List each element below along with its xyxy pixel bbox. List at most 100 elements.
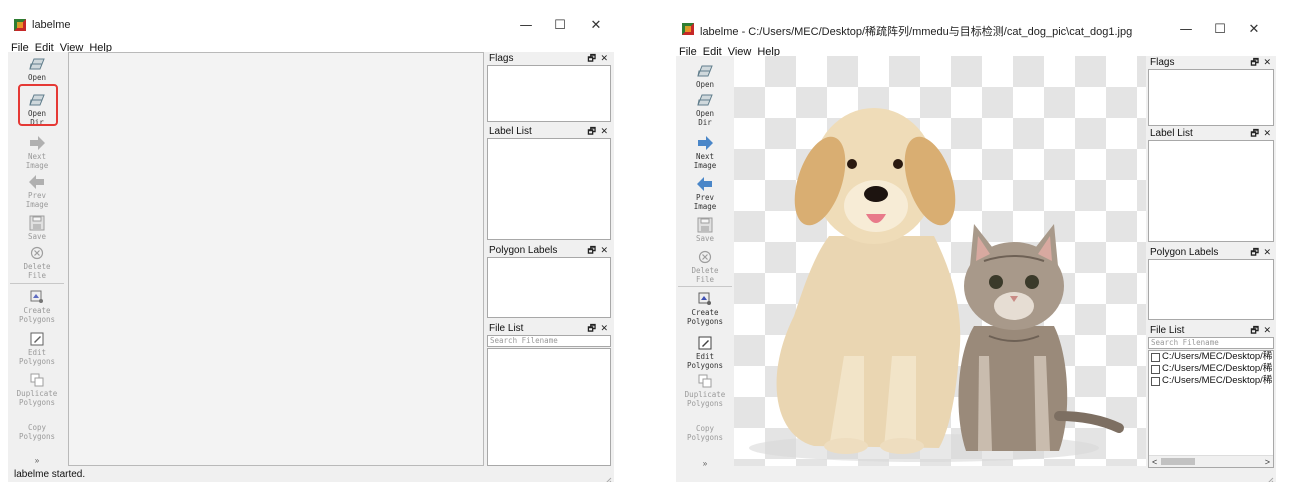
label-list-dock: Label List 🗗 ✕ [487, 125, 611, 240]
close-window-button[interactable]: ✕ [582, 16, 610, 36]
flags-dock: Flags 🗗 ✕ [1148, 56, 1274, 126]
more-tools-icon[interactable]: » [676, 459, 734, 468]
float-icon[interactable]: 🗗 [588, 125, 596, 138]
duplicate-icon [696, 373, 714, 389]
flags-list[interactable] [487, 65, 611, 122]
next-arrow-icon [28, 135, 46, 151]
duplicate-polygons-button[interactable]: Duplicate Polygons [10, 372, 64, 407]
label-list[interactable] [1148, 140, 1274, 242]
file-list-title: File List [1150, 325, 1185, 336]
file-list[interactable]: C:/Users/MEC/Desktop/稀 C:/Users/MEC/Desk… [1148, 350, 1274, 468]
prev-image-button[interactable]: Prev Image [10, 174, 64, 209]
file-list-item[interactable]: C:/Users/MEC/Desktop/稀 [1149, 375, 1273, 387]
polygon-labels-dock: Polygon Labels 🗗 ✕ [487, 244, 611, 318]
open-dir-button[interactable]: Open Dir [678, 92, 732, 127]
scroll-left-icon[interactable]: < [1152, 456, 1157, 467]
delete-file-button[interactable]: Delete File [678, 249, 732, 284]
open-label: Open [27, 73, 47, 82]
file-list[interactable] [487, 348, 611, 466]
float-icon[interactable]: 🗗 [1251, 246, 1259, 259]
search-filename-input[interactable]: Search Filename [1148, 337, 1274, 349]
float-icon[interactable]: 🗗 [588, 244, 596, 257]
delete-file-button[interactable]: Delete File [10, 245, 64, 280]
maximize-button[interactable]: ☐ [1206, 20, 1234, 40]
file-list-item[interactable]: C:/Users/MEC/Desktop/稀 [1149, 363, 1273, 375]
resize-grip-icon[interactable] [1266, 472, 1274, 482]
close-icon[interactable]: ✕ [1263, 246, 1271, 259]
float-icon[interactable]: 🗗 [1251, 56, 1259, 69]
label-list-title: Label List [1150, 128, 1193, 139]
save-button[interactable]: Save [10, 215, 64, 241]
duplicate-polygons-button[interactable]: Duplicate Polygons [678, 373, 732, 408]
create-polygons-label: Create Polygons [686, 308, 724, 326]
float-icon[interactable]: 🗗 [588, 52, 596, 65]
close-window-button[interactable]: ✕ [1240, 20, 1268, 40]
create-polygons-button[interactable]: Create Polygons [10, 289, 64, 324]
file-list-dock-header: File List 🗗 ✕ [1148, 324, 1274, 337]
edit-polygons-button[interactable]: Edit Polygons [678, 335, 732, 370]
create-polygons-button[interactable]: Create Polygons [678, 291, 732, 326]
prev-image-label: Prev Image [25, 191, 49, 209]
float-icon[interactable]: 🗗 [1251, 324, 1259, 337]
create-polygon-icon [28, 289, 46, 305]
next-image-button[interactable]: Next Image [10, 135, 64, 170]
close-icon[interactable]: ✕ [1263, 127, 1271, 140]
close-icon[interactable]: ✕ [600, 244, 608, 257]
dock-panels: Flags 🗗 ✕ Label List 🗗 ✕ Polygon Labels … [487, 52, 611, 468]
create-polygons-label: Create Polygons [18, 306, 56, 324]
edit-polygons-button[interactable]: Edit Polygons [10, 331, 64, 366]
tool-bar: Open Open Dir Next Image Prev Image Save… [676, 57, 734, 468]
open-button[interactable]: Open [10, 56, 64, 82]
scrollbar-thumb[interactable] [1161, 458, 1195, 465]
file-list-dock: File List 🗗 ✕ Search Filename C:/Users/M… [1148, 324, 1274, 468]
copy-polygons-button[interactable]: Copy Polygons [10, 423, 64, 441]
save-button[interactable]: Save [678, 217, 732, 243]
labelme-window-with-image: labelme - C:/Users/MEC/Desktop/稀疏阵列/mmed… [676, 18, 1276, 482]
label-list[interactable] [487, 138, 611, 240]
next-image-label: Next Image [693, 152, 717, 170]
polygon-labels-list[interactable] [1148, 259, 1274, 320]
file-list-title: File List [489, 323, 524, 334]
open-dir-label: Open Dir [695, 109, 715, 127]
search-filename-input[interactable]: Search Filename [487, 335, 611, 347]
close-icon[interactable]: ✕ [600, 322, 608, 335]
title-bar: labelme - C:/Users/MEC/Desktop/稀疏阵列/mmed… [676, 18, 1276, 42]
file-list-item[interactable]: C:/Users/MEC/Desktop/稀 [1149, 351, 1273, 363]
copy-polygons-label: Copy Polygons [686, 424, 724, 442]
file-path: C:/Users/MEC/Desktop/稀 [1162, 351, 1273, 362]
close-icon[interactable]: ✕ [600, 125, 608, 138]
maximize-button[interactable]: ☐ [546, 16, 574, 36]
checkbox[interactable] [1151, 365, 1160, 374]
duplicate-polygons-label: Duplicate Polygons [16, 389, 58, 407]
title-bar: labelme — ☐ ✕ [8, 14, 614, 38]
close-icon[interactable]: ✕ [1263, 56, 1271, 69]
open-folder-icon [696, 63, 714, 79]
open-button[interactable]: Open [678, 63, 732, 89]
copy-polygons-button[interactable]: Copy Polygons [678, 424, 732, 442]
checkbox[interactable] [1151, 353, 1160, 362]
close-icon[interactable]: ✕ [1263, 324, 1271, 337]
checkbox[interactable] [1151, 377, 1160, 386]
flags-list[interactable] [1148, 69, 1274, 126]
resize-grip-icon[interactable] [604, 472, 612, 482]
minimize-button[interactable]: — [512, 16, 540, 36]
prev-image-button[interactable]: Prev Image [678, 176, 732, 211]
flags-dock-header: Flags 🗗 ✕ [487, 52, 611, 65]
more-tools-icon[interactable]: » [8, 456, 66, 465]
polygon-labels-dock-header: Polygon Labels 🗗 ✕ [487, 244, 611, 257]
scroll-right-icon[interactable]: > [1265, 456, 1270, 467]
float-icon[interactable]: 🗗 [1251, 127, 1259, 140]
close-icon[interactable]: ✕ [600, 52, 608, 65]
image-canvas[interactable] [68, 52, 484, 466]
float-icon[interactable]: 🗗 [588, 322, 596, 335]
edit-polygons-label: Edit Polygons [18, 348, 56, 366]
delete-file-label: Delete File [23, 262, 51, 280]
image-canvas[interactable] [734, 56, 1146, 466]
minimize-button[interactable]: — [1172, 20, 1200, 40]
polygon-labels-title: Polygon Labels [1150, 247, 1219, 258]
copy-polygons-label: Copy Polygons [18, 423, 56, 441]
polygon-labels-list[interactable] [487, 257, 611, 318]
open-dir-icon [696, 92, 714, 108]
next-image-button[interactable]: Next Image [678, 135, 732, 170]
horizontal-scrollbar[interactable]: < > [1149, 455, 1273, 467]
